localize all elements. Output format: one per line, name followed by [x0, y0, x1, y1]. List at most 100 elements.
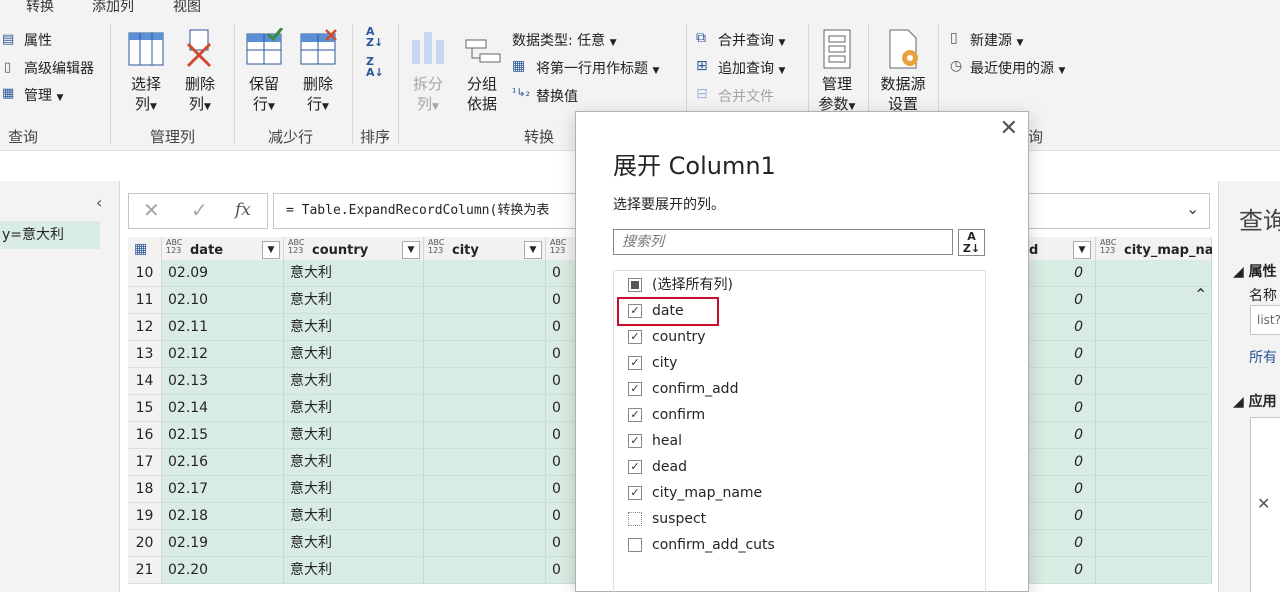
cell-city[interactable]: [424, 422, 546, 449]
cell-country[interactable]: 意大利: [284, 476, 424, 503]
cell-dead[interactable]: 0: [1026, 557, 1096, 584]
checkbox[interactable]: ✓: [628, 330, 642, 344]
tab-add-column[interactable]: 添加列: [92, 0, 134, 16]
sort-ascending-icon[interactable]: A Z↓: [366, 26, 383, 48]
checkbox[interactable]: ✓: [628, 486, 642, 500]
cell-city[interactable]: [424, 503, 546, 530]
cell-city-map-name[interactable]: [1096, 368, 1212, 395]
cell-dead[interactable]: 0: [1026, 260, 1096, 287]
collapse-pane-icon[interactable]: ‹: [96, 193, 102, 212]
cell-city[interactable]: [424, 287, 546, 314]
cell-city[interactable]: [424, 368, 546, 395]
tab-transform[interactable]: 转换: [26, 0, 54, 16]
close-icon[interactable]: ✕: [1000, 116, 1018, 141]
replace-values-button[interactable]: 替换值: [536, 86, 578, 106]
column-option[interactable]: ✓ country: [628, 325, 928, 349]
cell-country[interactable]: 意大利: [284, 314, 424, 341]
cell-city[interactable]: [424, 341, 546, 368]
expand-formula-icon[interactable]: ⌄: [1186, 199, 1199, 218]
checkbox[interactable]: ✓: [628, 460, 642, 474]
combine-files-button[interactable]: 合并文件: [718, 86, 774, 106]
cell-date[interactable]: 02.17: [162, 476, 284, 503]
cell-country[interactable]: 意大利: [284, 530, 424, 557]
checkbox[interactable]: ✓: [628, 356, 642, 370]
filter-dropdown-icon[interactable]: ▼: [1073, 241, 1091, 259]
cell-dead[interactable]: 0: [1026, 422, 1096, 449]
sort-descending-icon[interactable]: Z A↓: [366, 56, 384, 78]
applied-steps-section[interactable]: ◢ 应用: [1233, 391, 1277, 411]
cell-country[interactable]: 意大利: [284, 557, 424, 584]
confirm-icon[interactable]: ✓: [191, 198, 208, 222]
cell-city-map-name[interactable]: [1096, 314, 1212, 341]
cancel-icon[interactable]: ✕: [143, 198, 160, 222]
cell-dead[interactable]: 0: [1026, 503, 1096, 530]
column-option[interactable]: ✓ dead: [628, 455, 928, 479]
cell-country[interactable]: 意大利: [284, 368, 424, 395]
data-source-settings-button[interactable]: 数据源 设置: [876, 74, 930, 114]
cell-date[interactable]: 02.13: [162, 368, 284, 395]
column-option[interactable]: (选择所有列): [628, 273, 928, 297]
query-name-input[interactable]: list?: [1250, 305, 1280, 335]
scroll-up-icon[interactable]: ⌃: [1194, 285, 1207, 304]
cell-city[interactable]: [424, 530, 546, 557]
cell-dead[interactable]: 0: [1026, 395, 1096, 422]
cell-date[interactable]: 02.09: [162, 260, 284, 287]
cell-city-map-name[interactable]: [1096, 341, 1212, 368]
cell-city[interactable]: [424, 476, 546, 503]
column-option[interactable]: suspect: [628, 507, 928, 531]
split-column-button[interactable]: 拆分 列▼: [406, 74, 450, 117]
query-item[interactable]: y=意大利: [0, 221, 100, 249]
cell-country[interactable]: 意大利: [284, 395, 424, 422]
search-columns-input[interactable]: 搜索列: [613, 229, 953, 255]
column-option[interactable]: ✓ confirm: [628, 403, 928, 427]
manage-button[interactable]: 管理 ▼: [24, 85, 63, 105]
checkbox[interactable]: ✓: [628, 434, 642, 448]
cell-dead[interactable]: 0: [1026, 530, 1096, 557]
cell-city[interactable]: [424, 557, 546, 584]
cell-dead[interactable]: 0: [1026, 314, 1096, 341]
properties-section[interactable]: ◢ 属性: [1233, 261, 1277, 281]
cell-country[interactable]: 意大利: [284, 260, 424, 287]
cell-date[interactable]: 02.20: [162, 557, 284, 584]
remove-columns-button[interactable]: 删除 列▼: [180, 74, 220, 117]
merge-queries-button[interactable]: 合并查询 ▼: [718, 30, 785, 50]
cell-city-map-name[interactable]: [1096, 530, 1212, 557]
fx-icon[interactable]: fx: [235, 200, 251, 220]
cell-dead[interactable]: 0: [1026, 476, 1096, 503]
cell-city[interactable]: [424, 395, 546, 422]
cell-city-map-name[interactable]: [1096, 476, 1212, 503]
cell-city[interactable]: [424, 260, 546, 287]
cell-dead[interactable]: 0: [1026, 287, 1096, 314]
cell-country[interactable]: 意大利: [284, 341, 424, 368]
cell-date[interactable]: 02.19: [162, 530, 284, 557]
filter-dropdown-icon[interactable]: ▼: [262, 241, 280, 259]
cell-city-map-name[interactable]: [1096, 422, 1212, 449]
delete-step-icon[interactable]: ✕: [1257, 494, 1270, 513]
cell-city-map-name[interactable]: [1096, 449, 1212, 476]
cell-date[interactable]: 02.15: [162, 422, 284, 449]
checkbox[interactable]: [628, 538, 642, 552]
cell-date[interactable]: 02.11: [162, 314, 284, 341]
column-option[interactable]: ✓ city: [628, 351, 928, 375]
cell-city[interactable]: [424, 314, 546, 341]
checkbox[interactable]: [628, 512, 642, 526]
append-queries-button[interactable]: 追加查询 ▼: [718, 58, 785, 78]
data-type-dropdown[interactable]: 数据类型: 任意 ▼: [512, 30, 617, 50]
checkbox[interactable]: ✓: [628, 408, 642, 422]
new-source-button[interactable]: 新建源 ▼: [970, 30, 1023, 50]
cell-dead[interactable]: 0: [1026, 341, 1096, 368]
cell-country[interactable]: 意大利: [284, 287, 424, 314]
cell-date[interactable]: 02.16: [162, 449, 284, 476]
tab-view[interactable]: 视图: [173, 0, 201, 16]
cell-country[interactable]: 意大利: [284, 503, 424, 530]
sort-columns-button[interactable]: A Z↓: [958, 229, 985, 256]
cell-date[interactable]: 02.14: [162, 395, 284, 422]
filter-dropdown-icon[interactable]: ▼: [402, 241, 420, 259]
cell-country[interactable]: 意大利: [284, 449, 424, 476]
advanced-editor-button[interactable]: 高级编辑器: [24, 58, 94, 78]
properties-button[interactable]: 属性: [24, 30, 52, 50]
cell-date[interactable]: 02.18: [162, 503, 284, 530]
checkbox[interactable]: [628, 278, 642, 292]
group-by-button[interactable]: 分组 依据: [462, 74, 502, 114]
column-option[interactable]: ✓ city_map_name: [628, 481, 928, 505]
